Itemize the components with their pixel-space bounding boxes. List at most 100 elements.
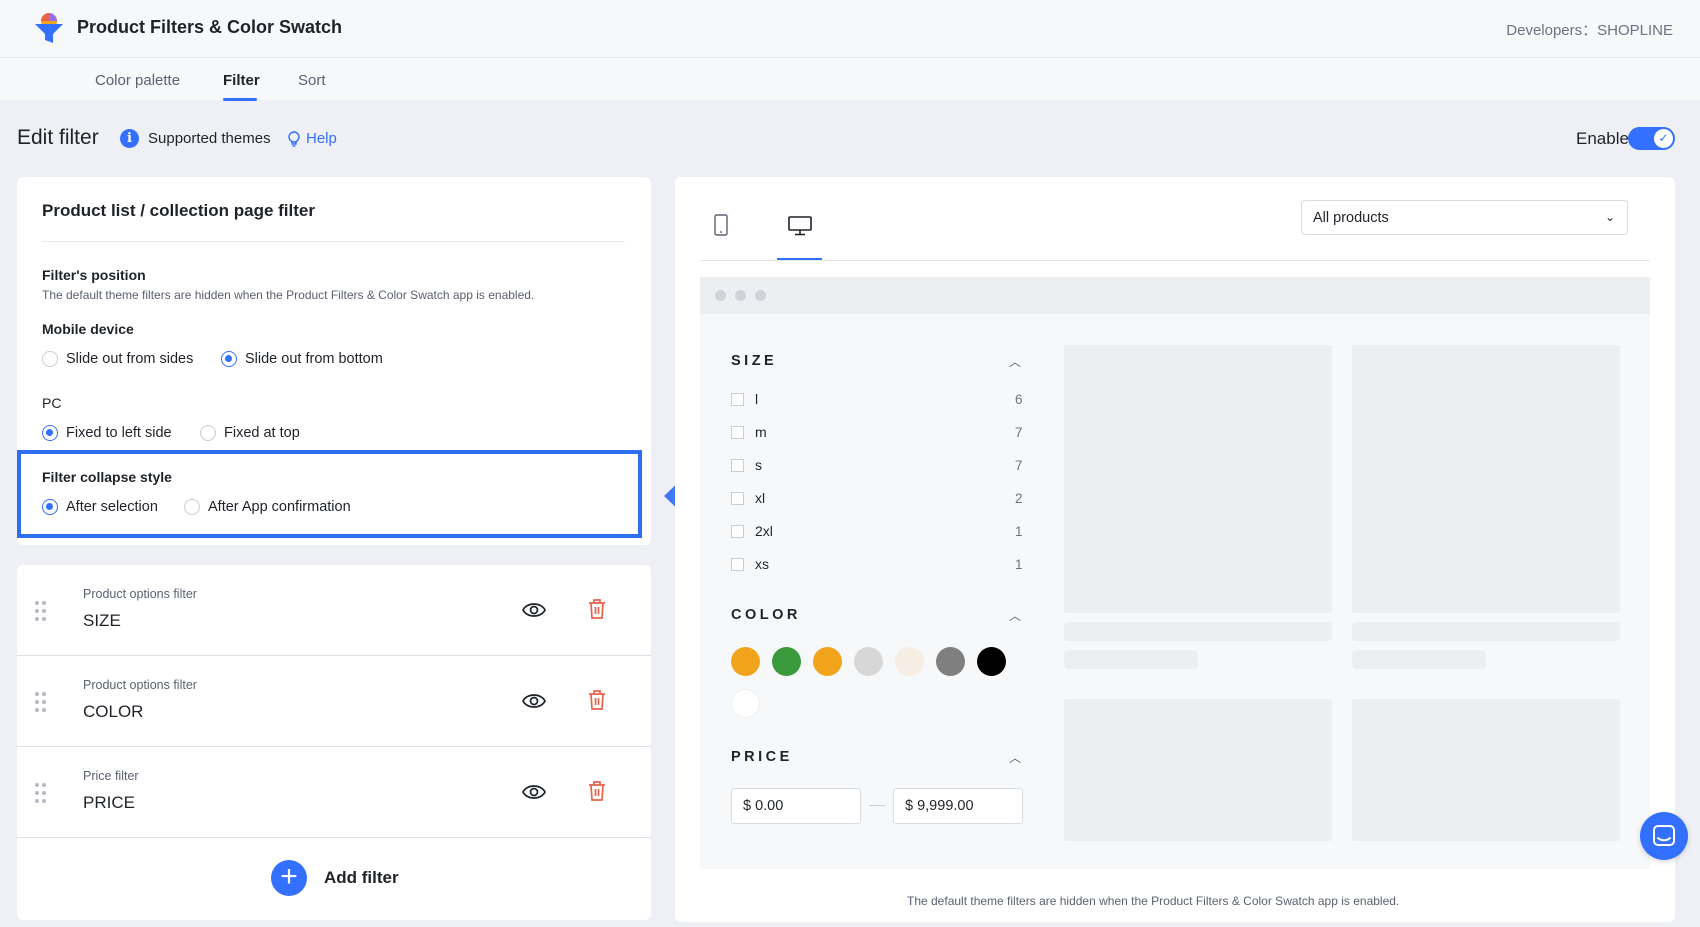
color-swatch[interactable] (813, 647, 842, 676)
mobile-label: Mobile device (42, 321, 134, 337)
add-filter-button[interactable]: + Add filter (271, 860, 399, 896)
product-image-placeholder (1352, 699, 1620, 841)
checkbox (731, 393, 744, 406)
eye-icon[interactable] (522, 600, 546, 620)
radio-icon (200, 425, 216, 441)
size-option[interactable]: s (731, 457, 762, 473)
info-icon[interactable]: i (120, 129, 139, 148)
enable-toggle[interactable]: ✓ (1628, 127, 1675, 150)
color-swatch[interactable] (936, 647, 965, 676)
tab-color-palette[interactable]: Color palette (95, 72, 180, 89)
size-count: 2 (1015, 491, 1023, 506)
help-link[interactable]: Help (306, 130, 337, 147)
radio-fixed-left[interactable]: Fixed to left side (42, 425, 172, 441)
color-swatch[interactable] (977, 647, 1006, 676)
size-count: 7 (1015, 425, 1023, 440)
filter-type: Product options filter (83, 678, 197, 692)
divider (700, 260, 1650, 261)
color-swatch[interactable] (731, 647, 760, 676)
radio-icon (42, 425, 58, 441)
enable-label: Enable (1576, 129, 1629, 148)
highlight-box (17, 450, 642, 538)
divider (42, 241, 625, 242)
preview-footer-note: The default theme filters are hidden whe… (907, 894, 1400, 908)
tab-bar: Color palette Filter Sort (0, 58, 1700, 101)
desktop-device-icon[interactable] (788, 216, 812, 236)
preview-card: All products ⌄ SIZE ︿ l 6 m 7 s 7 xl 2 2… (675, 177, 1675, 922)
filter-name: PRICE (83, 793, 135, 812)
size-option[interactable]: 2xl (731, 523, 773, 539)
radio-slide-bottom[interactable]: Slide out from bottom (221, 351, 383, 367)
pc-label: PC (42, 395, 62, 411)
filter-row-price[interactable]: Price filter PRICE (17, 747, 651, 838)
supported-themes-link[interactable]: Supported themes (148, 130, 271, 147)
price-section-title: PRICE (731, 749, 793, 765)
radio-label: Slide out from bottom (245, 351, 383, 367)
radio-icon (221, 351, 237, 367)
tab-sort[interactable]: Sort (298, 72, 326, 89)
chevron-up-icon[interactable]: ︿ (1009, 353, 1021, 370)
color-swatch[interactable] (854, 647, 883, 676)
position-label: Filter's position (42, 267, 146, 283)
plus-icon: + (271, 860, 307, 896)
page-title: Edit filter (17, 126, 99, 149)
filter-type: Product options filter (83, 587, 197, 601)
app-header: Product Filters & Color Swatch Developer… (0, 0, 1700, 58)
price-max-input[interactable]: $ 9,999.00 (893, 788, 1023, 824)
filter-row-size[interactable]: Product options filter SIZE (17, 565, 651, 656)
drag-handle-icon[interactable] (35, 783, 47, 803)
app-title: Product Filters & Color Swatch (77, 17, 343, 37)
window-dot (735, 290, 746, 301)
radio-icon (42, 351, 58, 367)
select-value: All products (1313, 210, 1389, 226)
size-option[interactable]: l (731, 391, 758, 407)
eye-icon[interactable] (522, 691, 546, 711)
size-option[interactable]: xs (731, 556, 769, 572)
app-logo-icon (35, 13, 63, 43)
product-title-placeholder (1352, 622, 1620, 641)
size-option[interactable]: m (731, 424, 767, 440)
filter-type: Price filter (83, 769, 139, 783)
chat-support-button[interactable] (1640, 812, 1688, 860)
size-count: 1 (1015, 557, 1023, 572)
price-min-input[interactable]: $ 0.00 (731, 788, 861, 824)
trash-icon[interactable] (587, 780, 607, 802)
chevron-up-icon[interactable]: ︿ (1009, 607, 1021, 624)
chevron-up-icon[interactable]: ︿ (1009, 749, 1021, 766)
checkbox (731, 525, 744, 538)
color-swatch[interactable] (731, 689, 760, 718)
position-note: The default theme filters are hidden whe… (42, 288, 535, 302)
browser-bar (700, 277, 1650, 314)
color-swatch[interactable] (895, 647, 924, 676)
filter-list: Product options filter SIZE Product opti… (17, 565, 651, 920)
tab-filter[interactable]: Filter (223, 72, 260, 89)
product-scope-select[interactable]: All products ⌄ (1301, 200, 1628, 235)
lightbulb-icon[interactable] (287, 131, 301, 147)
check-icon: ✓ (1654, 129, 1673, 148)
checkbox (731, 558, 744, 571)
trash-icon[interactable] (587, 689, 607, 711)
product-image-placeholder (1064, 699, 1332, 841)
mobile-device-icon[interactable] (714, 214, 728, 236)
radio-slide-sides[interactable]: Slide out from sides (42, 351, 193, 367)
product-price-placeholder (1352, 650, 1486, 669)
eye-icon[interactable] (522, 782, 546, 802)
size-option[interactable]: xl (731, 490, 765, 506)
filter-row-color[interactable]: Product options filter COLOR (17, 656, 651, 747)
chevron-down-icon: ⌄ (1604, 210, 1615, 224)
radio-fixed-top[interactable]: Fixed at top (200, 425, 300, 441)
product-image-placeholder (1064, 345, 1332, 613)
radio-label: Slide out from sides (66, 351, 194, 367)
drag-handle-icon[interactable] (35, 692, 47, 712)
checkbox (731, 459, 744, 472)
size-count: 1 (1015, 524, 1023, 539)
trash-icon[interactable] (587, 598, 607, 620)
size-section-title: SIZE (731, 353, 778, 369)
developer-credit: Developers：SHOPLINE (1506, 22, 1673, 39)
color-swatch[interactable] (772, 647, 801, 676)
radio-label: Fixed at top (224, 425, 300, 441)
active-tab-indicator (223, 98, 257, 101)
radio-label: Fixed to left side (66, 425, 172, 441)
drag-handle-icon[interactable] (35, 601, 47, 621)
color-section-title: COLOR (731, 607, 801, 623)
